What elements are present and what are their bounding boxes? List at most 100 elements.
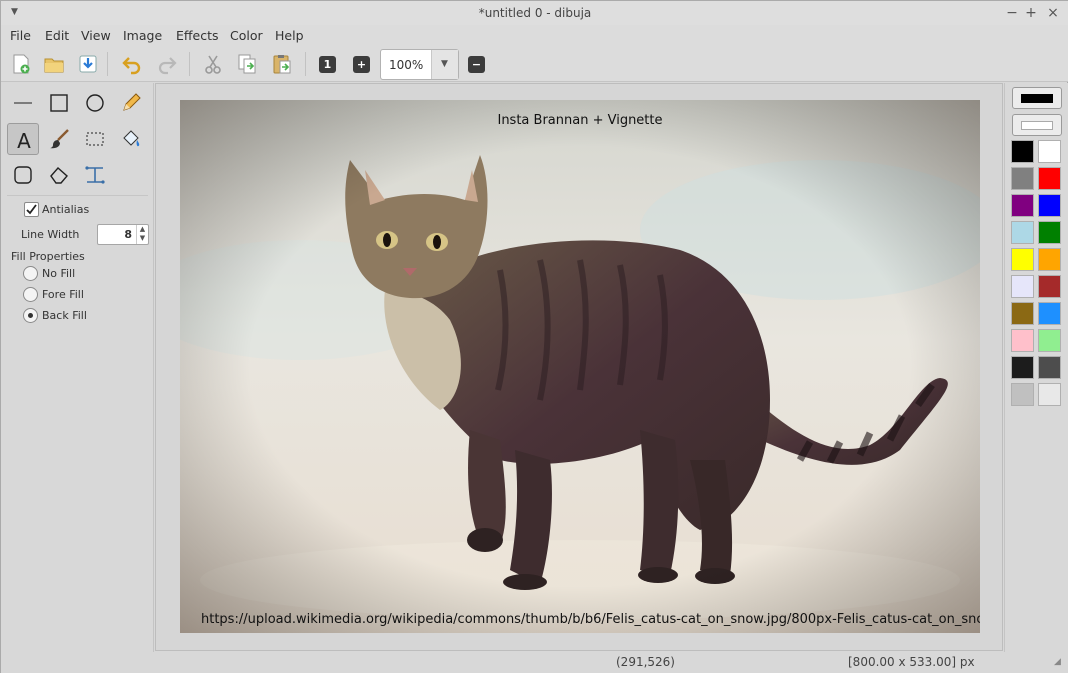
- save-file-button[interactable]: [77, 53, 99, 75]
- copy-icon: [238, 54, 256, 74]
- save-icon: [79, 55, 97, 73]
- menu-edit[interactable]: Edit: [45, 28, 69, 43]
- back-fill-label: Back Fill: [42, 309, 87, 322]
- color-swatch[interactable]: [1011, 167, 1034, 190]
- rounded-rectangle-icon: [14, 166, 32, 184]
- color-swatch[interactable]: [1038, 302, 1061, 325]
- selection-icon: [86, 132, 104, 146]
- folder-icon: [44, 58, 64, 73]
- color-swatch[interactable]: [1038, 140, 1061, 163]
- eraser-tool[interactable]: [43, 159, 75, 191]
- image-size: [800.00 x 533.00] px: [848, 655, 975, 669]
- menu-file[interactable]: File: [10, 28, 31, 43]
- window-title: *untitled 0 - dibuja: [478, 6, 592, 20]
- brush-icon: [50, 129, 69, 149]
- checkmark-icon: [26, 204, 37, 215]
- crop-icon: [85, 166, 105, 184]
- zoom-actual-size-button[interactable]: 1: [319, 56, 336, 73]
- zoom-out-button[interactable]: −: [468, 56, 485, 73]
- eraser-icon: [50, 167, 68, 184]
- redo-icon: [158, 57, 177, 75]
- back-fill-radio[interactable]: [23, 308, 38, 323]
- toolbar-separator: [189, 52, 190, 76]
- pencil-icon: [123, 93, 141, 111]
- menu-help[interactable]: Help: [275, 28, 304, 43]
- zoom-in-button[interactable]: +: [353, 56, 370, 73]
- resize-grip-icon[interactable]: ◢: [1054, 657, 1061, 667]
- tools-panel: A Antialias Line Width 8 ▲ ▼ Fill Proper…: [1, 83, 154, 656]
- new-file-icon: [13, 54, 30, 74]
- rectangle-icon: [50, 94, 68, 112]
- app-window: ▼ *untitled 0 - dibuja − + × File Edit V…: [0, 0, 1068, 673]
- color-swatch[interactable]: [1011, 275, 1034, 298]
- brush-tool[interactable]: [43, 123, 75, 155]
- menu-image[interactable]: Image: [123, 28, 162, 43]
- fore-fill-radio[interactable]: [23, 287, 38, 302]
- rectangle-tool[interactable]: [43, 87, 75, 119]
- text-icon: A: [17, 129, 31, 151]
- no-fill-label: No Fill: [42, 267, 76, 280]
- line-width-label: Line Width: [21, 228, 80, 241]
- line-width-spinbox[interactable]: 8 ▲ ▼: [97, 224, 149, 245]
- fill-tool[interactable]: [115, 123, 147, 155]
- line-icon: [14, 102, 32, 104]
- foreground-color-swatch: [1021, 94, 1053, 103]
- menu-bar: File Edit View Image Effects Color Help: [1, 25, 1068, 46]
- color-swatch[interactable]: [1038, 383, 1061, 406]
- color-swatch[interactable]: [1038, 356, 1061, 379]
- cat-on-snow-photo: [180, 100, 980, 633]
- pencil-tool[interactable]: [115, 87, 147, 119]
- open-file-button[interactable]: [43, 53, 65, 75]
- fill-properties-label: Fill Properties: [11, 250, 85, 263]
- color-swatch[interactable]: [1011, 221, 1034, 244]
- color-swatch[interactable]: [1038, 221, 1061, 244]
- background-color-button[interactable]: [1012, 114, 1062, 136]
- crop-tool[interactable]: [79, 159, 111, 191]
- spin-arrows-icon[interactable]: ▲ ▼: [136, 225, 148, 244]
- svg-text:A: A: [17, 129, 31, 151]
- canvas-scroll-area[interactable]: Insta Brannan + Vignette https://upload.…: [155, 83, 1003, 651]
- ellipse-icon: [86, 94, 104, 112]
- ellipse-tool[interactable]: [79, 87, 111, 119]
- cut-button[interactable]: [202, 53, 224, 75]
- color-swatch[interactable]: [1011, 329, 1034, 352]
- color-swatch[interactable]: [1038, 194, 1061, 217]
- zoom-value: 100%: [389, 58, 424, 72]
- minimize-button[interactable]: −: [1003, 4, 1021, 22]
- text-tool[interactable]: A: [7, 123, 39, 155]
- new-file-button[interactable]: [10, 53, 32, 75]
- menu-color[interactable]: Color: [230, 28, 263, 43]
- status-bar: (291,526) [800.00 x 533.00] px ◢: [1, 652, 1068, 673]
- menu-effects[interactable]: Effects: [176, 28, 219, 43]
- toolbar: 1 + 100% ▼ −: [1, 46, 1068, 82]
- color-swatch[interactable]: [1011, 140, 1034, 163]
- copy-button[interactable]: [236, 53, 258, 75]
- rounded-rectangle-tool[interactable]: [7, 159, 39, 191]
- menu-view[interactable]: View: [81, 28, 111, 43]
- close-button[interactable]: ×: [1044, 4, 1062, 22]
- line-tool[interactable]: [7, 87, 39, 119]
- color-swatch[interactable]: [1038, 248, 1061, 271]
- color-swatch[interactable]: [1011, 383, 1034, 406]
- color-swatch[interactable]: [1011, 248, 1034, 271]
- color-swatch[interactable]: [1011, 302, 1034, 325]
- color-swatch[interactable]: [1011, 194, 1034, 217]
- no-fill-radio[interactable]: [23, 266, 38, 281]
- undo-button[interactable]: [121, 53, 143, 75]
- title-bar: ▼ *untitled 0 - dibuja − + ×: [1, 1, 1068, 25]
- color-swatch[interactable]: [1038, 329, 1061, 352]
- undo-icon: [122, 57, 141, 75]
- image-canvas[interactable]: Insta Brannan + Vignette https://upload.…: [180, 100, 980, 633]
- antialias-checkbox[interactable]: [24, 202, 39, 217]
- zoom-combobox[interactable]: 100% ▼: [380, 49, 459, 80]
- redo-button[interactable]: [156, 53, 178, 75]
- color-swatch[interactable]: [1038, 167, 1061, 190]
- zoom-dropdown-button[interactable]: ▼: [431, 50, 458, 79]
- rectangle-select-tool[interactable]: [79, 123, 111, 155]
- color-swatch[interactable]: [1011, 356, 1034, 379]
- paste-button[interactable]: [271, 53, 293, 75]
- foreground-color-button[interactable]: [1012, 87, 1062, 109]
- image-caption: Insta Brannan + Vignette: [497, 113, 663, 128]
- color-swatch[interactable]: [1038, 275, 1061, 298]
- maximize-button[interactable]: +: [1022, 4, 1040, 22]
